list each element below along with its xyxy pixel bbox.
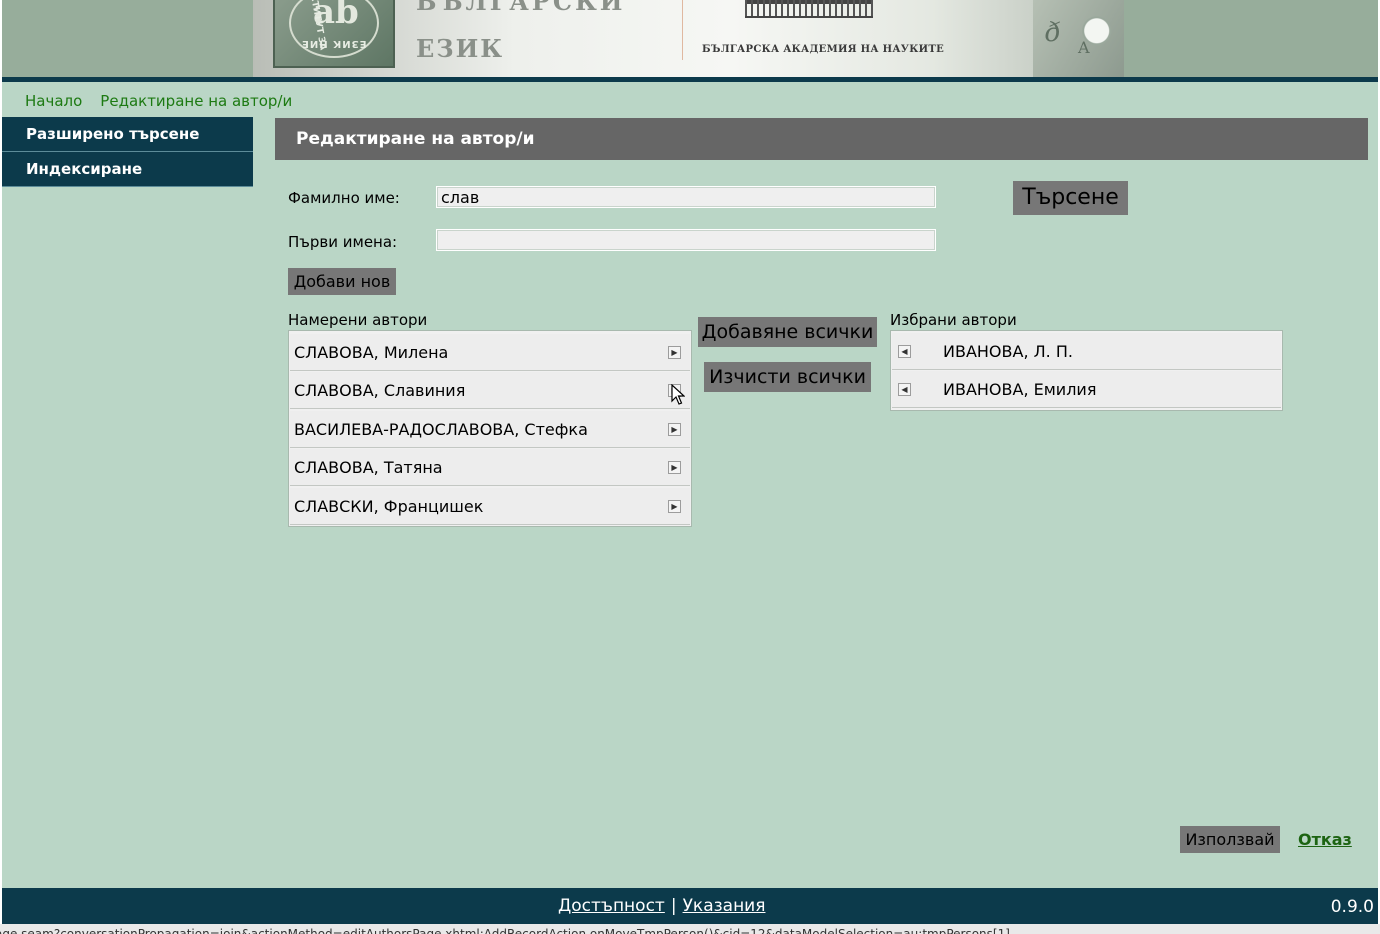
found-author-name: СЛАВОВА, Славиния xyxy=(294,381,466,400)
search-button[interactable]: Търсене xyxy=(1013,181,1128,215)
move-left-icon[interactable]: ◀ xyxy=(898,345,911,358)
found-author-name: СЛАВСКИ, Францишек xyxy=(294,497,484,516)
cancel-link[interactable]: Отказ xyxy=(1298,830,1352,849)
footer-separator: | xyxy=(670,896,677,916)
selected-author-row[interactable]: ◀ ИВАНОВА, Емилия xyxy=(892,371,1281,408)
breadcrumb-home-link[interactable]: Начало xyxy=(25,92,82,110)
selected-authors-title: Избрани автори xyxy=(890,311,1017,329)
selected-author-name: ИВАНОВА, Л. П. xyxy=(943,342,1073,361)
banner-title-main: ЕЗИК xyxy=(416,34,505,63)
found-author-name: СЛАВОВА, Татяна xyxy=(294,458,443,477)
breadcrumb-current[interactable]: Редактиране на автор/и xyxy=(100,92,292,110)
logo-arc-bottom-text: ЕЗИК НИЕ xyxy=(301,38,367,49)
found-author-row[interactable]: СЛАВОВА, Татяна ▶ xyxy=(290,449,690,486)
mouse-pointer-icon xyxy=(671,384,685,405)
selected-author-row[interactable]: ◀ ИВАНОВА, Л. П. xyxy=(892,333,1281,370)
first-names-label: Първи имена: xyxy=(288,233,398,251)
found-author-row[interactable]: СЛАВОВА, Славиния ▶ xyxy=(290,372,690,409)
found-author-name: СЛАВОВА, Милена xyxy=(294,343,449,362)
site-banner: ab ИНСТИТУТ ЗА ЕЗИК НИЕ БЪЛГАРСКИ ЕЗИК Б… xyxy=(253,0,1124,77)
add-new-button[interactable]: Добави нов xyxy=(288,268,396,295)
panel-title: Редактиране на автор/и xyxy=(275,118,1368,160)
footer-links: Достъпност | Указания xyxy=(558,896,765,916)
footer: Достъпност | Указания 0.9.0 xyxy=(2,888,1378,924)
institute-logo: ab ИНСТИТУТ ЗА ЕЗИК НИЕ xyxy=(273,0,395,68)
first-names-input[interactable] xyxy=(436,229,936,251)
sidebar-item-advanced-search[interactable]: Разширено търсене xyxy=(2,117,253,152)
clear-all-button[interactable]: Изчисти всички xyxy=(704,362,871,392)
move-right-icon[interactable]: ▶ xyxy=(668,500,681,513)
selected-authors-list: ◀ ИВАНОВА, Л. П. ◀ ИВАНОВА, Емилия xyxy=(890,330,1283,411)
surname-input[interactable]: слав xyxy=(436,186,936,208)
move-right-icon[interactable]: ▶ xyxy=(668,423,681,436)
found-authors-list: СЛАВОВА, Милена ▶ СЛАВОВА, Славиния ▶ ВА… xyxy=(288,330,692,527)
instructions-link[interactable]: Указания xyxy=(683,896,766,916)
found-author-name: ВАСИЛЕВА-РАДОСЛАВОВА, Стефка xyxy=(294,420,588,439)
found-author-row[interactable]: СЛАВСКИ, Францишек ▶ xyxy=(290,488,690,525)
move-right-icon[interactable]: ▶ xyxy=(668,461,681,474)
academy-name: БЪЛГАРСКА АКАДЕМИЯ НА НАУКИТЕ xyxy=(702,44,945,55)
banner-deco-letter-small: A xyxy=(1078,38,1090,57)
move-right-icon[interactable]: ▶ xyxy=(668,346,681,359)
surname-label: Фамилно име: xyxy=(288,189,400,207)
selected-author-name: ИВАНОВА, Емилия xyxy=(943,380,1097,399)
browser-status-bar: orPage.seam?conversationPropagation=join… xyxy=(0,924,1380,934)
found-author-row[interactable]: СЛАВОВА, Милена ▶ xyxy=(290,334,690,371)
found-author-row[interactable]: ВАСИЛЕВА-РАДОСЛАВОВА, Стефка ▶ xyxy=(290,411,690,448)
banner-title-top: БЪЛГАРСКИ xyxy=(416,0,626,16)
banner-deco-letter: ð xyxy=(1045,18,1061,48)
found-authors-title: Намерени автори xyxy=(288,311,428,329)
move-left-icon[interactable]: ◀ xyxy=(898,383,911,396)
add-all-button[interactable]: Добавяне всички xyxy=(698,317,877,347)
accessibility-link[interactable]: Достъпност xyxy=(558,896,665,916)
version-label: 0.9.0 xyxy=(1330,897,1374,917)
page-frame: ab ИНСТИТУТ ЗА ЕЗИК НИЕ БЪЛГАРСКИ ЕЗИК Б… xyxy=(2,0,1378,934)
sidebar-item-indexing[interactable]: Индексиране xyxy=(2,152,253,187)
use-button[interactable]: Използвай xyxy=(1180,826,1280,853)
header-rule xyxy=(2,77,1378,82)
academy-building-icon xyxy=(745,0,873,18)
banner-separator xyxy=(682,0,683,60)
breadcrumb: Начало Редактиране на автор/и xyxy=(25,92,310,110)
sidebar: Разширено търсене Индексиране xyxy=(2,117,253,187)
